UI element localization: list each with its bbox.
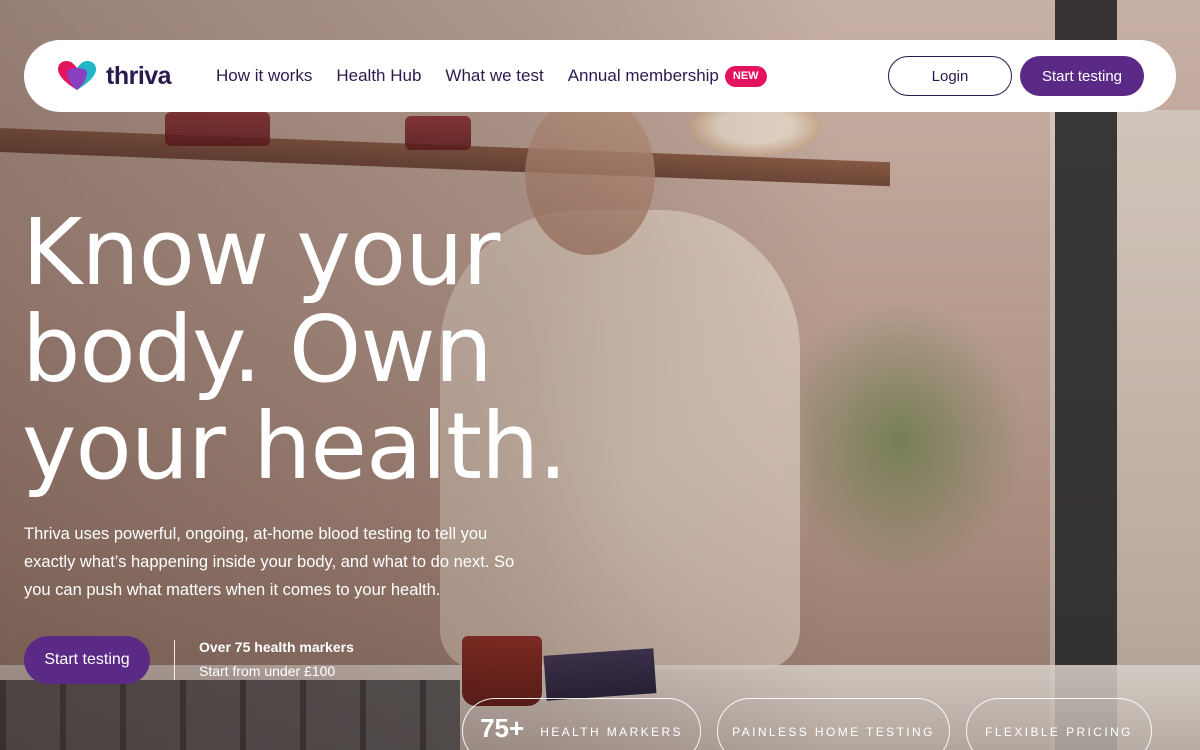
nav-link-health-hub[interactable]: Health Hub	[336, 66, 421, 86]
nav-start-testing-button[interactable]: Start testing	[1020, 56, 1144, 96]
markers-price: Start from under £100	[199, 663, 336, 679]
brand-name: thriva	[106, 61, 172, 90]
heart-logo-icon	[56, 60, 98, 92]
login-button[interactable]: Login	[888, 56, 1012, 96]
feature-pill-flexible-pricing: FLEXIBLE PRICING	[966, 698, 1152, 750]
new-badge: NEW	[724, 65, 767, 87]
pill-label: FLEXIBLE PRICING	[985, 725, 1133, 739]
hero-subtext: Thriva uses powerful, ongoing, at-home b…	[24, 525, 515, 599]
cta-divider	[174, 640, 175, 680]
nav-link-what-we-test[interactable]: What we test	[445, 66, 543, 86]
nav-link-annual-membership[interactable]: Annual membership	[568, 66, 719, 86]
nav-link-how-it-works[interactable]: How it works	[216, 66, 312, 86]
hero-start-testing-button[interactable]: Start testing	[24, 636, 150, 684]
brand-logo[interactable]: thriva	[56, 60, 172, 92]
nav-links: How it works Health Hub What we test Ann…	[216, 40, 767, 112]
hero-section: thriva How it works Health Hub What we t…	[0, 0, 1200, 750]
feature-pill-painless-home-testing: PAINLESS HOME TESTING	[717, 698, 950, 750]
feature-pill-health-markers: 75+ HEALTH MARKERS	[462, 698, 701, 750]
pill-label: HEALTH MARKERS	[540, 725, 683, 739]
top-nav: thriva How it works Health Hub What we t…	[24, 40, 1176, 112]
pill-stat: 75+	[480, 713, 525, 743]
hero-headline: Know your body. Own your health.	[22, 199, 568, 500]
pill-label: PAINLESS HOME TESTING	[732, 725, 935, 739]
markers-title: Over 75 health markers	[199, 639, 354, 655]
